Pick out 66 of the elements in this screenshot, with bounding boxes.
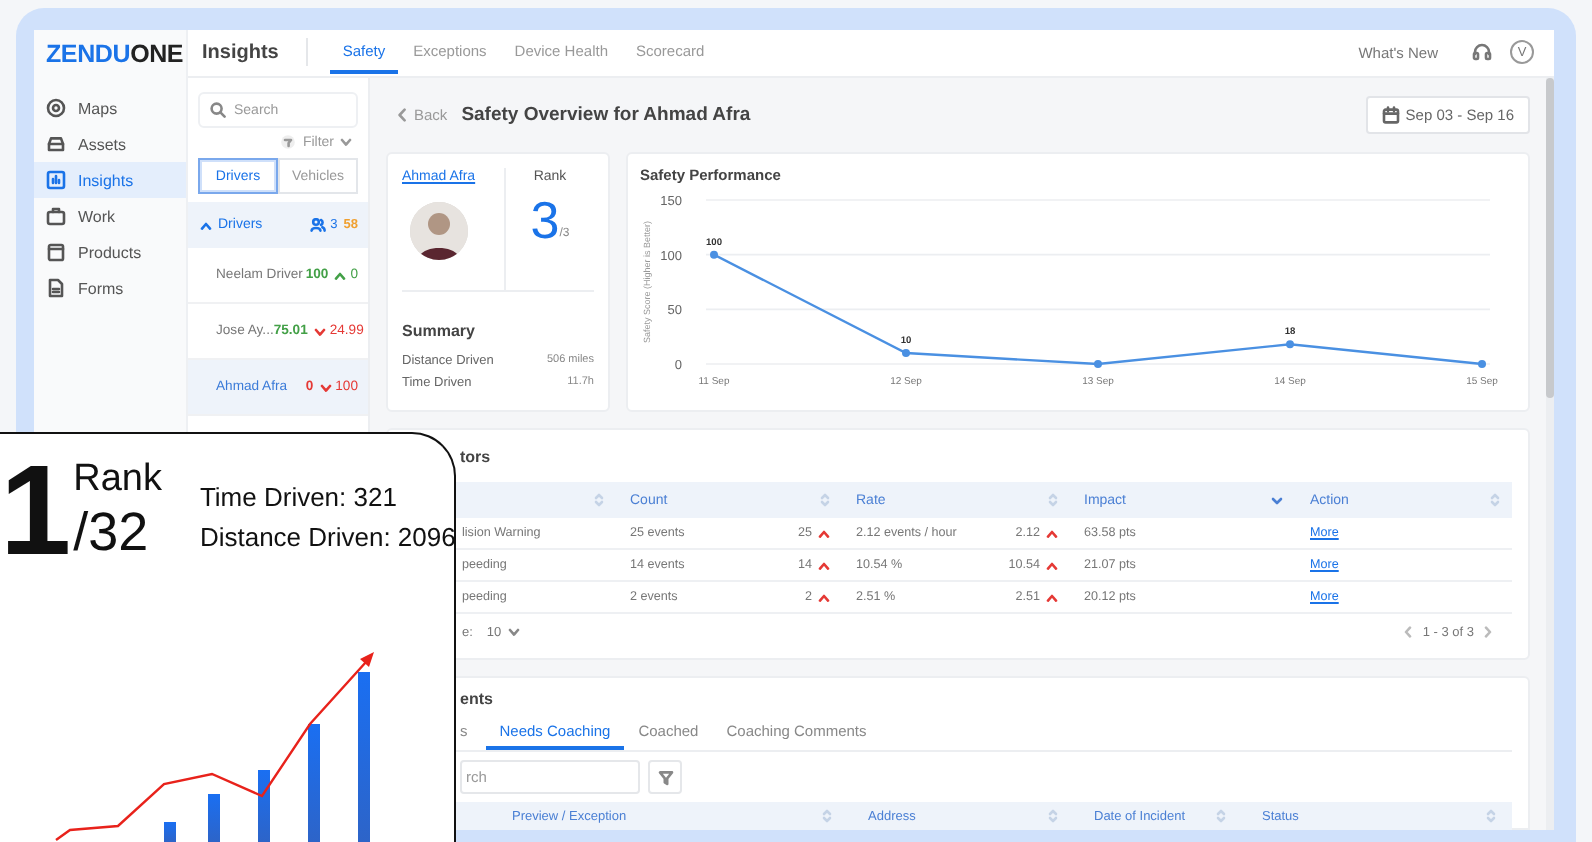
headset-icon bbox=[1472, 42, 1492, 62]
sort-icon bbox=[594, 492, 604, 508]
search-icon bbox=[210, 102, 226, 118]
sort-icon bbox=[1486, 808, 1496, 824]
rank-label: Rank bbox=[73, 458, 162, 504]
page-heading: Safety Overview for Ahmad Afra bbox=[461, 103, 751, 125]
sidebar-item[interactable]: Maps bbox=[34, 90, 186, 126]
caret-up-icon bbox=[818, 529, 830, 537]
filter-icon bbox=[657, 769, 673, 785]
caret-down-icon bbox=[340, 138, 352, 146]
bar bbox=[258, 770, 270, 842]
caret-up-icon bbox=[1046, 529, 1058, 537]
sort-icon bbox=[1048, 492, 1058, 508]
briefcase-icon bbox=[46, 206, 66, 226]
summary-heading: Summary bbox=[402, 322, 477, 340]
sort-icon bbox=[1216, 808, 1226, 824]
data-point bbox=[902, 349, 910, 358]
logo: ZENDUONE bbox=[44, 37, 186, 71]
bar bbox=[308, 724, 320, 842]
bar bbox=[208, 794, 220, 842]
caret-down-icon bbox=[507, 628, 520, 636]
rank-value: 3 bbox=[530, 194, 560, 246]
data-point bbox=[1478, 360, 1486, 368]
section-title: ents bbox=[458, 690, 495, 710]
sidebar-item[interactable]: Insights bbox=[34, 162, 186, 198]
stat-text: Distance Driven: 2096 bbox=[199, 521, 456, 556]
sort-down-icon bbox=[1270, 493, 1284, 507]
sort-icon bbox=[822, 808, 832, 824]
rank-number: 1 bbox=[0, 454, 68, 570]
sort-icon bbox=[820, 492, 830, 508]
sidebar-item[interactable]: Products bbox=[34, 234, 186, 270]
data-point bbox=[1094, 360, 1102, 368]
document-icon bbox=[46, 278, 66, 298]
scrollbar[interactable] bbox=[1546, 78, 1554, 398]
caret-up-icon bbox=[818, 561, 830, 569]
chevron-left-icon bbox=[398, 107, 406, 121]
caret-up-icon bbox=[1046, 593, 1058, 601]
car-icon bbox=[46, 134, 66, 154]
sidebar-item[interactable]: Work bbox=[34, 198, 186, 234]
map-pin-icon bbox=[46, 98, 66, 118]
data-point bbox=[710, 250, 718, 259]
section-title: tors bbox=[458, 445, 493, 469]
people-icon bbox=[310, 218, 327, 232]
calendar-icon bbox=[46, 242, 66, 262]
caret-down-icon bbox=[313, 327, 326, 335]
sort-icon bbox=[1490, 492, 1500, 508]
sort-icon bbox=[1048, 808, 1058, 824]
chevron-right-icon bbox=[1484, 626, 1492, 638]
filter-icon bbox=[280, 134, 297, 150]
filter-button[interactable] bbox=[648, 760, 682, 794]
caret-up-icon bbox=[200, 221, 212, 229]
caret-up-icon bbox=[818, 593, 830, 601]
caret-up-icon bbox=[1046, 561, 1058, 569]
data-point bbox=[1286, 340, 1294, 349]
rank-total: /32 bbox=[73, 503, 151, 563]
avatar-photo bbox=[410, 202, 468, 260]
page-title: Insights bbox=[202, 41, 279, 63]
stat-text: Time Driven: 321 bbox=[199, 482, 399, 516]
calendar-icon bbox=[1381, 105, 1400, 123]
chevron-left-icon bbox=[1404, 626, 1413, 638]
caret-up-icon bbox=[334, 271, 347, 279]
bar bbox=[164, 822, 176, 842]
caret-down-icon bbox=[319, 383, 332, 391]
chart-icon bbox=[46, 170, 66, 190]
sidebar-item[interactable]: Assets bbox=[34, 126, 186, 162]
sidebar-item[interactable]: Forms bbox=[34, 270, 186, 306]
